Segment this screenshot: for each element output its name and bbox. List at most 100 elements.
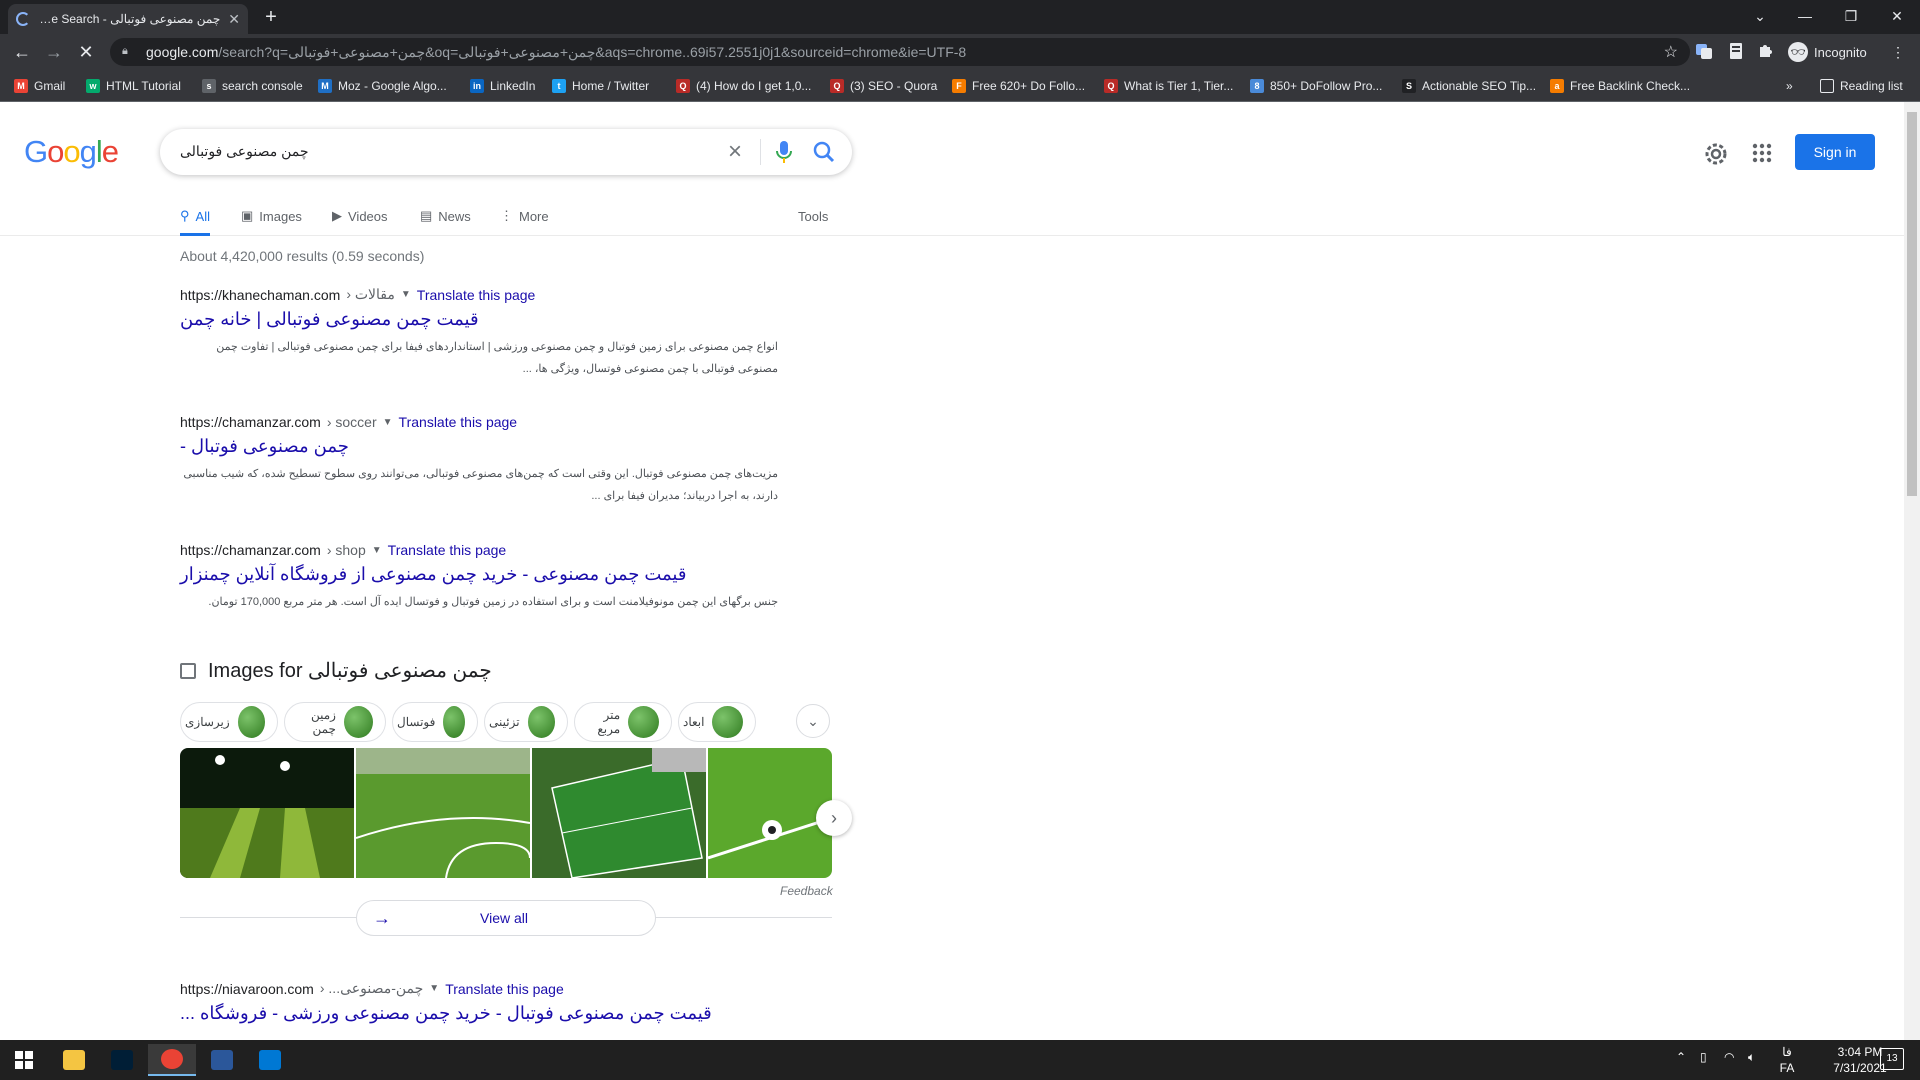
result-menu-caret-icon[interactable]: ▼ <box>401 289 411 300</box>
bookmark-item[interactable]: s search console <box>202 77 303 95</box>
bookmark-item[interactable]: 8 850+ DoFollow Pro... <box>1250 77 1382 95</box>
search-box[interactable]: چمن مصنوعی فوتبالی × <box>160 129 852 175</box>
scrollbar-thumb[interactable] <box>1907 112 1917 496</box>
result-menu-caret-icon[interactable]: ▼ <box>429 983 439 994</box>
search-input[interactable]: چمن مصنوعی فوتبالی <box>180 143 700 160</box>
bookmark-label: LinkedIn <box>490 79 536 93</box>
tab-images[interactable]: ▣ Images <box>241 206 302 226</box>
result-menu-caret-icon[interactable]: ▼ <box>372 545 382 556</box>
sign-in-button[interactable]: Sign in <box>1795 134 1875 170</box>
tab-close-icon[interactable]: ✕ <box>228 11 240 28</box>
bookmarks-overflow-button[interactable]: » <box>1786 77 1793 95</box>
result-title-link[interactable]: قیمت چمن مصنوعی - خرید چمن مصنوعی از فرو… <box>180 564 686 585</box>
address-bar[interactable]: 🔒︎ google.com /search?q=چمن+مصنوعی+فوتبا… <box>110 38 1690 66</box>
clear-search-icon[interactable]: × <box>722 139 748 165</box>
taskbar-app[interactable] <box>148 1044 196 1076</box>
tab-news[interactable]: ▤ News <box>420 206 471 226</box>
extensions-puzzle-icon[interactable] <box>1756 42 1776 62</box>
translate-link[interactable]: Translate this page <box>445 981 564 997</box>
wifi-icon[interactable]: ◠ <box>1724 1050 1734 1064</box>
chrome-menu-icon[interactable]: ⋮ <box>1888 42 1908 62</box>
battery-icon[interactable]: ▯ <box>1700 1050 1707 1064</box>
new-tab-button[interactable]: + <box>258 4 284 30</box>
bookmark-item[interactable]: in LinkedIn <box>470 77 535 95</box>
maximize-button[interactable]: ❐ <box>1828 0 1874 34</box>
tab-all[interactable]: ⚲ All <box>180 206 210 236</box>
translate-link[interactable]: Translate this page <box>399 414 518 430</box>
translate-link[interactable]: Translate this page <box>388 542 507 558</box>
result-url[interactable]: https://chamanzar.com <box>180 414 321 430</box>
incognito-profile-button[interactable]: 👓︎ Incognito <box>1788 40 1867 64</box>
twitter-icon: t <box>552 79 566 93</box>
volume-muted-icon[interactable]: 🔈︎ <box>1748 1050 1755 1065</box>
window-close-button[interactable]: ✕ <box>1874 0 1920 34</box>
feedback-link[interactable]: Feedback <box>780 884 833 898</box>
bookmark-item[interactable]: Q What is Tier 1, Tier... <box>1104 77 1233 95</box>
forward-button[interactable]: → <box>40 40 68 64</box>
view-all-button[interactable]: → View all <box>356 900 656 936</box>
field-lines-image[interactable] <box>356 748 530 878</box>
reading-list-button[interactable]: Reading list <box>1820 77 1903 95</box>
bookmark-item[interactable]: Q (3) SEO - Quora <box>830 77 937 95</box>
field-ball-image[interactable] <box>708 748 832 878</box>
google-apps-icon[interactable] <box>1750 141 1774 165</box>
translate-icon[interactable] <box>1694 42 1714 62</box>
bookmark-item[interactable]: Q (4) How do I get 1,0... <box>676 77 811 95</box>
back-button[interactable]: ← <box>8 40 36 64</box>
result-url[interactable]: https://niavaroon.com <box>180 981 314 997</box>
image-chip[interactable]: فوتسال <box>392 702 478 742</box>
tools-button[interactable]: Tools <box>798 206 828 226</box>
settings-gear-icon[interactable] <box>1703 141 1729 167</box>
result-url[interactable]: https://chamanzar.com <box>180 542 321 558</box>
bookmark-item[interactable]: F Free 620+ Do Follo... <box>952 77 1085 95</box>
image-chip[interactable]: زیرسازی <box>180 702 278 742</box>
image-chip[interactable]: زمین چمن <box>284 702 386 742</box>
image-chip[interactable]: ابعاد <box>678 702 756 742</box>
reader-extension-icon[interactable] <box>1726 42 1746 62</box>
show-hidden-icons-chevron[interactable]: ⌃ <box>1676 1050 1686 1064</box>
bookmark-label: Actionable SEO Tip... <box>1422 79 1537 93</box>
minimize-button[interactable]: — <box>1782 0 1828 34</box>
bookmark-item[interactable]: M Gmail <box>14 77 65 95</box>
bookmark-star-icon[interactable]: ☆ <box>1664 42 1678 62</box>
bookmark-label: What is Tier 1, Tier... <box>1124 79 1234 93</box>
result-title-link[interactable]: قیمت چمن مصنوعی فوتبال - خرید چمن مصنوعی… <box>180 1003 712 1024</box>
image-chip[interactable]: متر مربع <box>574 702 672 742</box>
tab-videos[interactable]: ▶ Videos <box>332 206 388 226</box>
result-title-link[interactable]: چمن مصنوعی فوتبال - <box>180 436 349 457</box>
notification-center-icon[interactable]: 13 <box>1880 1048 1904 1070</box>
start-button[interactable] <box>0 1044 48 1076</box>
tab-search-icon[interactable]: ⌄ <box>1737 0 1783 34</box>
translate-link[interactable]: Translate this page <box>417 287 536 303</box>
result-menu-caret-icon[interactable]: ▼ <box>383 417 393 428</box>
moz-icon: M <box>318 79 332 93</box>
result-title-link[interactable]: قیمت چمن مصنوعی فوتبالی | خانه چمن <box>180 309 479 330</box>
field-night-image[interactable] <box>180 748 354 878</box>
image-chip[interactable]: تزئینی <box>484 702 568 742</box>
field-aerial-image[interactable] <box>532 748 706 878</box>
browser-tab[interactable]: چمن مصنوعی فوتبالی - Google Search ✕ <box>8 4 248 34</box>
taskbar-app[interactable] <box>98 1044 146 1076</box>
tab-more[interactable]: ⋮ More <box>500 206 549 226</box>
images-next-chevron-icon[interactable]: › <box>816 800 852 836</box>
bookmark-item[interactable]: a Free Backlink Check... <box>1550 77 1690 95</box>
taskbar-app[interactable] <box>50 1044 98 1076</box>
search-icon[interactable] <box>812 139 836 165</box>
input-language-indicator[interactable]: فا FA <box>1776 1044 1798 1076</box>
taskbar-app[interactable] <box>198 1044 246 1076</box>
incognito-label: Incognito <box>1814 44 1867 60</box>
stop-loading-button[interactable]: ✕ <box>72 40 100 64</box>
result-breadcrumb: › shop <box>326 542 366 558</box>
chips-expand-chevron-icon[interactable]: ⌄ <box>796 704 830 738</box>
more-vert-icon: ⋮ <box>500 208 513 223</box>
bookmark-item[interactable]: t Home / Twitter <box>552 77 649 95</box>
lock-icon[interactable]: 🔒︎ <box>122 45 136 59</box>
images-heading-text[interactable]: Images for چمن مصنوعی فوتبالی <box>208 658 492 683</box>
bookmark-item[interactable]: M Moz - Google Algo... <box>318 77 447 95</box>
bookmark-item[interactable]: S Actionable SEO Tip... <box>1402 77 1536 95</box>
result-url[interactable]: https://khanechaman.com <box>180 287 340 303</box>
taskbar-app[interactable] <box>246 1044 294 1076</box>
google-logo[interactable]: Google <box>24 134 119 170</box>
bookmark-item[interactable]: w HTML Tutorial <box>86 77 181 95</box>
microphone-icon[interactable] <box>772 139 796 165</box>
